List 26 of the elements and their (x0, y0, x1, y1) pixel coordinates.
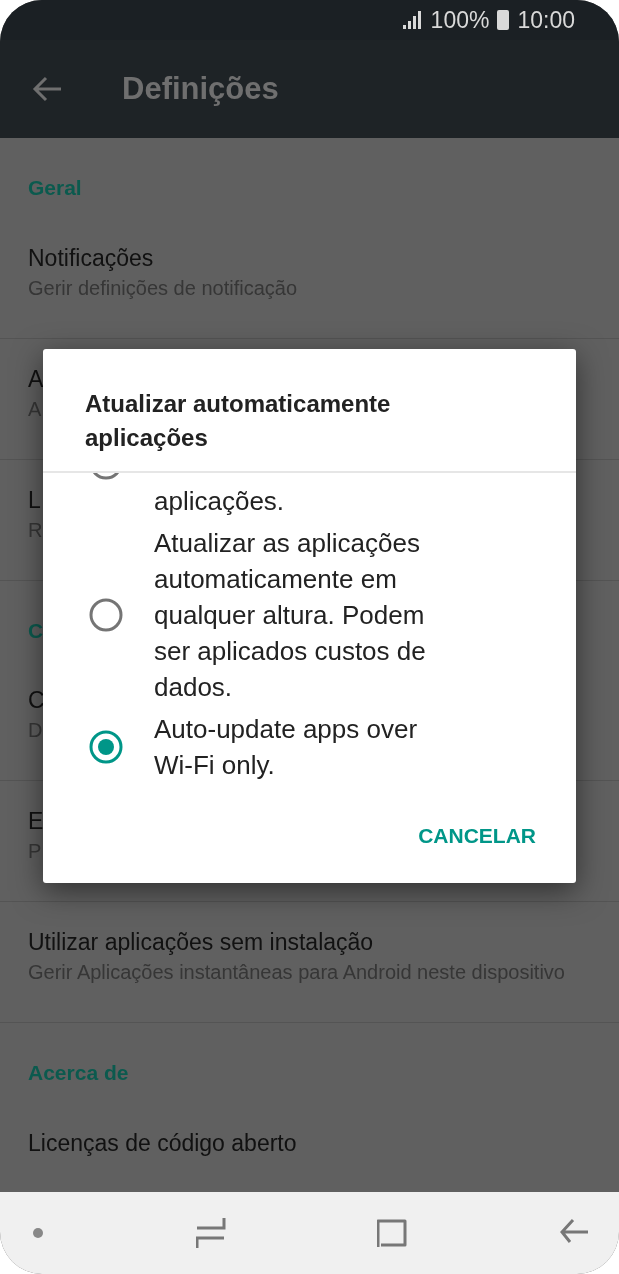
cancel-button[interactable]: CANCELAR (418, 811, 536, 859)
setting-title[interactable]: Notificações (28, 241, 154, 274)
home-icon[interactable] (377, 1218, 408, 1248)
setting-title[interactable]: Licenças de código aberto (28, 1126, 297, 1159)
signal-icon (402, 11, 423, 29)
setting-title[interactable]: A (28, 362, 44, 395)
radio-button[interactable] (88, 729, 124, 765)
section-header: Geral (28, 175, 82, 201)
setting-title[interactable]: C (28, 684, 45, 716)
setting-title[interactable]: E (28, 805, 44, 837)
battery-icon (497, 10, 510, 30)
option-label[interactable]: Auto-update apps over Wi-Fi only. (154, 711, 432, 783)
section-header: Acerca de (28, 1060, 129, 1086)
option-label[interactable]: aplicações. (154, 473, 432, 519)
nav-dot-icon[interactable] (32, 1227, 44, 1239)
setting-title[interactable]: Utilizar aplicações sem instalação (28, 926, 374, 958)
screen-title: Definições (122, 69, 279, 108)
recent-apps-icon[interactable] (195, 1217, 226, 1249)
clock: 10:00 (517, 5, 575, 35)
setting-title[interactable]: L (28, 483, 41, 516)
back-arrow-icon[interactable] (32, 76, 62, 102)
section-header: C (28, 617, 44, 644)
radio-button[interactable] (88, 597, 124, 633)
battery-level: 100% (430, 5, 490, 35)
option-label[interactable]: Atualizar as aplicações automaticamente em qualquer altura. Podem ser aplicados custos de dados. (154, 525, 432, 705)
dialog-title: Atualizar automaticamente aplicações (85, 389, 392, 453)
